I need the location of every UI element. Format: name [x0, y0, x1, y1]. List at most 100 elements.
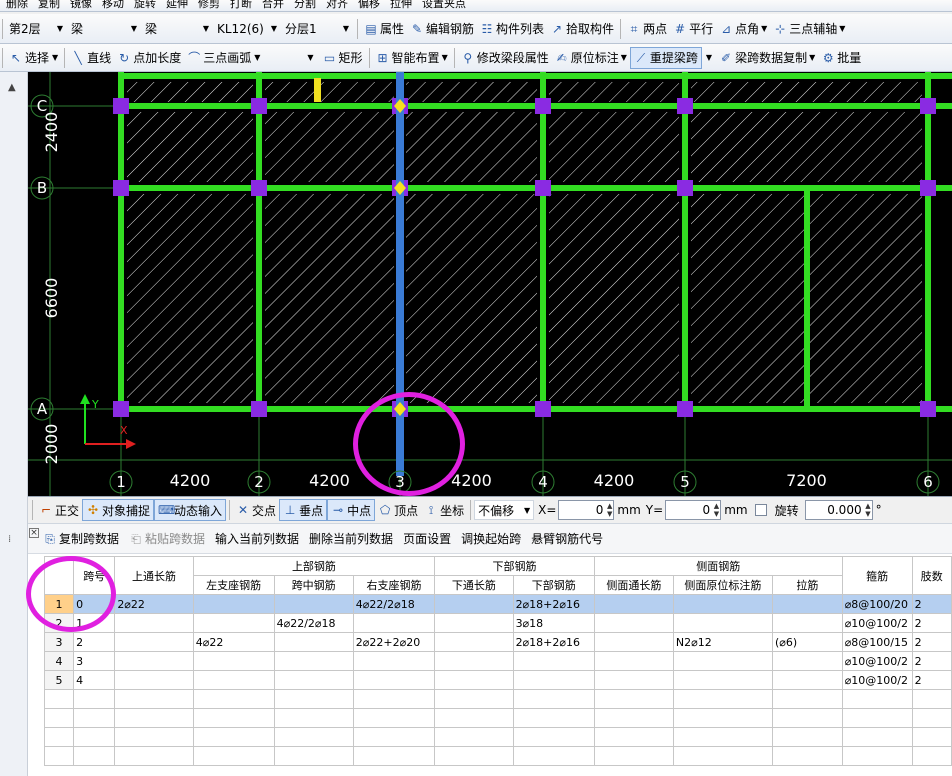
table-row[interactable]: 1 0 2⌀22 4⌀22/2⌀18 2⌀18+2⌀16 ⌀8@100/20 2 [43, 594, 952, 614]
chevron-down-icon[interactable]: ▼ [307, 53, 313, 62]
edit-tool-1[interactable]: 复制 [38, 0, 60, 11]
drawing-canvas[interactable]: C B A 2400 6600 2000 1 2 3 4 5 6 4200 4200 4200 4200 720… [28, 72, 952, 496]
beam-secondary[interactable] [804, 190, 810, 407]
select-button[interactable]: ↖ 选择 ▼ [6, 47, 61, 69]
table-cell-slong[interactable] [593, 670, 674, 690]
splitter-grip-icon[interactable]: ⁞ [8, 534, 11, 545]
table-cell-bottom[interactable] [512, 670, 595, 690]
modify-span-props-button[interactable]: ⚲ 修改梁段属性 [458, 47, 552, 69]
three-point-arc-button[interactable]: ⌒ 三点画弧 ▼ [184, 47, 263, 69]
point-angle-button[interactable]: ⊿ 点角 ▼ [716, 18, 770, 40]
table-cell-sorig[interactable] [672, 670, 773, 690]
page-setup-button[interactable]: 页面设置 [400, 528, 454, 550]
table-cell-slong[interactable] [593, 613, 674, 633]
perpendicular-snap[interactable]: ⊥ 垂点 [279, 499, 328, 521]
batch-button[interactable]: ⚙ 批量 [818, 47, 864, 69]
table-cell-stirrup[interactable]: ⌀8@100/20 [841, 594, 913, 614]
table-cell-tie[interactable] [771, 651, 843, 671]
edit-tool-4[interactable]: 旋转 [134, 0, 156, 11]
column[interactable] [251, 98, 267, 114]
table-cell-blong[interactable] [434, 670, 514, 690]
table-cell-sorig[interactable]: N2⌀12 [672, 632, 773, 652]
span-data-copy-button[interactable]: ✐ 梁跨数据复制 ▼ [716, 47, 818, 69]
table-cell-top_long[interactable] [114, 670, 194, 690]
column[interactable] [920, 98, 936, 114]
table-cell-slong[interactable] [593, 594, 674, 614]
table-cell-tie[interactable] [771, 594, 843, 614]
mid-span-header[interactable]: 跨中钢筋 [273, 575, 354, 595]
coordinate-snap[interactable]: ⟟ 坐标 [421, 499, 467, 521]
table-cell-span[interactable]: 2 [73, 632, 116, 652]
column[interactable] [251, 180, 267, 196]
table-cell-tie[interactable]: (⌀6) [771, 632, 843, 652]
pick-component-button[interactable]: ↗ 拾取构件 [547, 18, 617, 40]
x-input[interactable]: 0 ▲ ▼ [558, 500, 615, 520]
side-original-header[interactable]: 侧面原位标注筋 [672, 575, 773, 595]
table-cell-tie[interactable] [771, 670, 843, 690]
table-cell-bottom[interactable]: 2⌀18+2⌀16 [512, 632, 595, 652]
table-cell-n[interactable]: 2 [43, 613, 75, 633]
bottom-bar-header[interactable]: 下部钢筋 [512, 575, 595, 595]
edit-tool-9[interactable]: 分割 [294, 0, 316, 11]
table-cell-span[interactable]: 3 [73, 651, 116, 671]
table-cell-stirrup[interactable]: ⌀10@100/2 [841, 670, 913, 690]
table-cell-right[interactable]: 4⌀22/2⌀18 [352, 594, 436, 614]
vertex-snap[interactable]: ⬠ 顶点 [375, 499, 421, 521]
plan-drawing[interactable]: CBA2400660020001 2 3 4 5 64200 4200 4200 4200 720… [28, 72, 952, 496]
table-row[interactable]: 4 3 ⌀10@100/2 2 [43, 651, 952, 671]
three-point-axis-button[interactable]: ⊹ 三点辅轴 ▼ [770, 18, 848, 40]
line-button[interactable]: ╲ 直线 [68, 47, 114, 69]
component-list-button[interactable]: ☷ 构件列表 [477, 18, 547, 40]
column[interactable] [535, 98, 551, 114]
table-cell-n[interactable]: 4 [43, 651, 75, 671]
intersection-snap[interactable]: ✕ 交点 [233, 499, 279, 521]
column[interactable] [677, 98, 693, 114]
table-cell-bottom[interactable] [512, 651, 595, 671]
rotate-checkbox[interactable] [754, 504, 767, 516]
table-cell-left[interactable] [192, 670, 275, 690]
type-select-a[interactable]: 梁 ▼ [68, 19, 140, 39]
table-cell-legs[interactable]: 2 [911, 632, 952, 652]
column[interactable] [113, 401, 129, 417]
stirrup-header[interactable]: 箍筋 [841, 556, 913, 595]
column[interactable] [113, 180, 129, 196]
table-cell-top_long[interactable] [114, 651, 194, 671]
table-cell-span[interactable]: 4 [73, 670, 116, 690]
column[interactable] [535, 401, 551, 417]
dynamic-input-toggle[interactable]: ⌨ 动态输入 [154, 499, 227, 521]
cantilever-code-button[interactable]: 悬臂钢筋代号 [528, 528, 606, 550]
table-cell-top_long[interactable] [114, 632, 194, 652]
table-cell-n[interactable]: 1 [43, 594, 75, 614]
table-row[interactable]: 3 2 4⌀22 2⌀22+2⌀20 2⌀18+2⌀16 N2⌀12 (⌀6) ⌀8@100/… [43, 632, 952, 652]
table-cell-bottom[interactable]: 3⌀18 [512, 613, 595, 633]
smart-layout-button[interactable]: ⊞ 智能布置 ▼ [373, 47, 451, 69]
edit-tool-13[interactable]: 设置夹点 [422, 0, 466, 11]
type-select-b[interactable]: 梁 ▼ [142, 19, 212, 39]
floor-select[interactable]: 第2层 ▼ [6, 19, 66, 39]
spin-arrows-icon[interactable]: ▲ ▼ [714, 502, 719, 518]
beam-vertical[interactable] [682, 72, 688, 412]
original-annotation-button[interactable]: ✍ 原位标注 ▼ [552, 47, 630, 69]
column[interactable] [677, 401, 693, 417]
spin-arrows-icon[interactable]: ▲ ▼ [607, 502, 612, 518]
table-cell-span[interactable]: 0 [73, 594, 116, 614]
copy-span-button[interactable]: ⎘ 复制跨数据 [40, 528, 122, 550]
table-cell-n[interactable]: 5 [43, 670, 75, 690]
edit-tool-2[interactable]: 镜像 [70, 0, 92, 11]
offset-select[interactable]: 不偏移 ▼ [474, 500, 535, 520]
two-points-button[interactable]: ⌗ 两点 [624, 18, 670, 40]
table-cell-legs[interactable]: 2 [911, 594, 952, 614]
chevron-down-icon[interactable]: ▼ [706, 53, 712, 62]
edit-tool-11[interactable]: 偏移 [358, 0, 380, 11]
table-cell-n[interactable]: 3 [43, 632, 75, 652]
bottom-long-header[interactable]: 下通长筋 [434, 575, 514, 595]
edit-rebar-button[interactable]: ✎ 编辑钢筋 [407, 18, 477, 40]
column[interactable] [535, 180, 551, 196]
table-cell-tie[interactable] [771, 613, 843, 633]
table-cell-left[interactable]: 4⌀22 [192, 632, 275, 652]
table-cell-legs[interactable]: 2 [911, 613, 952, 633]
input-current-button[interactable]: 输入当前列数据 [212, 528, 302, 550]
component-select[interactable]: KL12(6) ▼ [214, 19, 280, 39]
layer-select[interactable]: 分层1 ▼ [282, 19, 352, 39]
edit-tool-6[interactable]: 修剪 [198, 0, 220, 11]
